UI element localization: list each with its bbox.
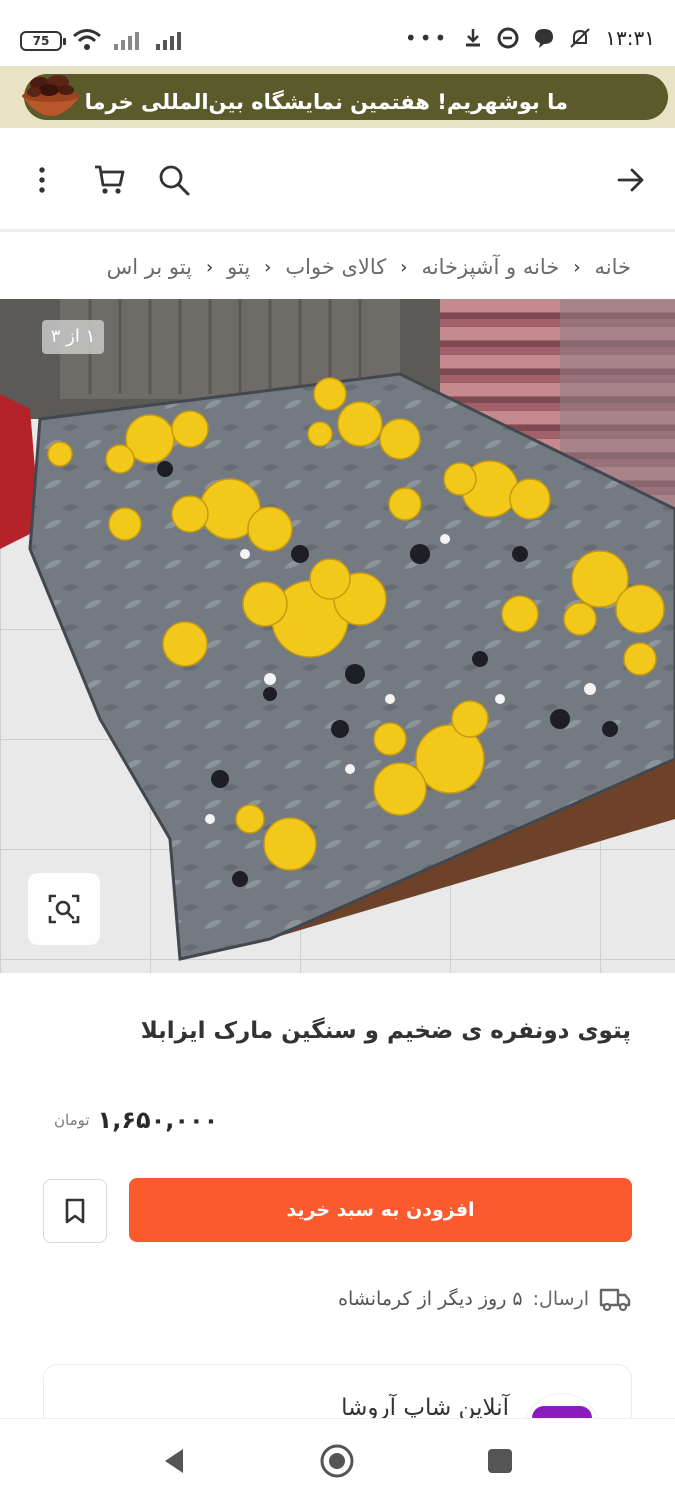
price-row: تومان ۱,۶۵۰,۰۰۰ <box>54 1106 218 1134</box>
promo-pill[interactable]: ما بوشهریم! هفتمین نمایشگاه بین‌المللی خ… <box>24 74 668 120</box>
breadcrumb-item-blanket[interactable]: پتو <box>227 255 250 279</box>
search-icon <box>159 165 190 196</box>
promo-text: ما بوشهریم! هفتمین نمایشگاه بین‌المللی خ… <box>84 90 568 114</box>
clock: ۱۳:۳۱ <box>605 26 655 50</box>
mute-icon <box>570 28 590 48</box>
system-navigation-bar <box>0 1418 675 1500</box>
breadcrumb-item-home-kitchen[interactable]: خانه و آشپزخانه <box>422 255 560 279</box>
dates-bowl-icon <box>22 75 80 116</box>
nav-home-button[interactable] <box>315 1439 359 1483</box>
nav-recents-icon <box>488 1449 512 1473</box>
edge-icon <box>497 27 519 49</box>
top-navigation <box>0 128 675 232</box>
bookmark-button[interactable] <box>43 1179 107 1243</box>
product-image-gallery[interactable]: ۱ از ۳ <box>0 299 675 973</box>
breadcrumb-item-bedding[interactable]: کالای خواب <box>285 255 386 279</box>
search-button[interactable] <box>152 158 196 202</box>
wifi-icon <box>73 29 101 50</box>
nav-back-button[interactable] <box>152 1439 196 1483</box>
shipping-value: ۵ روز دیگر از کرمانشاه <box>338 1288 523 1310</box>
breadcrumb-item-home[interactable]: خانه <box>595 255 631 279</box>
nav-recents-button[interactable] <box>478 1439 522 1483</box>
chevron-left-icon: ‹ <box>264 256 272 278</box>
bookmark-icon <box>65 1198 85 1224</box>
nav-back-icon <box>165 1449 183 1473</box>
chevron-left-icon: ‹ <box>400 256 408 278</box>
image-counter: ۱ از ۳ <box>42 320 104 354</box>
image-search-button[interactable] <box>28 873 100 945</box>
image-search-icon <box>48 894 80 924</box>
shipping-info: ارسال: ۵ روز دیگر از کرمانشاه <box>338 1286 631 1312</box>
chevron-left-icon: ‹ <box>205 256 214 278</box>
more-vertical-icon <box>39 167 45 193</box>
shipping-label: ارسال: <box>532 1288 589 1310</box>
product-image <box>0 299 675 973</box>
add-to-cart-button[interactable]: افزودن به سبد خرید <box>129 1178 632 1242</box>
battery-indicator: 75 <box>20 31 66 51</box>
breadcrumb: خانه ‹ خانه و آشپزخانه ‹ کالای خواب ‹ پت… <box>0 235 675 299</box>
signal-icon <box>156 32 181 50</box>
signal-icon <box>114 32 139 50</box>
overflow-dots: ••• <box>404 26 450 50</box>
product-price: ۱,۶۵۰,۰۰۰ <box>97 1106 219 1134</box>
promo-banner[interactable]: ما بوشهریم! هفتمین نمایشگاه بین‌المللی خ… <box>0 66 675 128</box>
nav-home-icon <box>320 1444 354 1478</box>
back-button[interactable] <box>609 158 653 202</box>
breadcrumb-item-current[interactable]: پتو بر اس <box>107 255 192 279</box>
currency-label: تومان <box>54 1111 90 1129</box>
back-arrow-icon <box>617 168 644 192</box>
more-button[interactable] <box>20 158 64 202</box>
truck-icon <box>599 1288 631 1312</box>
chevron-left-icon: ‹ <box>573 256 581 278</box>
cart-button[interactable] <box>88 158 132 202</box>
download-icon <box>466 29 481 47</box>
status-bar: 75 ••• ۱۳:۳۱ <box>0 0 675 66</box>
product-title: پتوی دونفره ی ضخیم و سنگین مارک ایزابلا <box>140 1018 631 1044</box>
cart-icon <box>95 165 125 194</box>
chat-icon <box>535 29 554 48</box>
